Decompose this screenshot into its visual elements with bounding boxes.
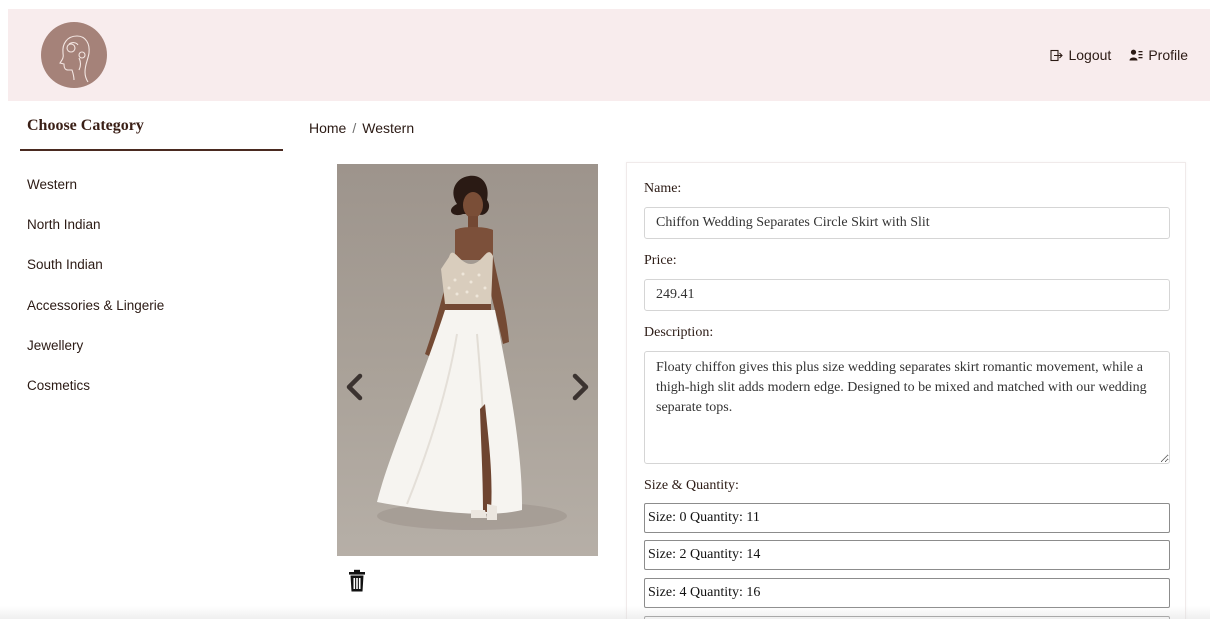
sidebar-item-jewellery[interactable]: Jewellery	[20, 326, 283, 366]
chevron-left-icon[interactable]	[343, 373, 365, 401]
profile-button[interactable]: Profile	[1129, 47, 1188, 63]
name-input[interactable]	[644, 207, 1170, 239]
description-textarea[interactable]: Floaty chiffon gives this plus size wedd…	[644, 351, 1170, 464]
woman-profile-logo-icon[interactable]	[41, 22, 107, 88]
size-quantity-item[interactable]: Size: 4 Quantity: 16	[644, 578, 1170, 608]
sidebar-item-north-indian[interactable]: North Indian	[20, 205, 283, 245]
trash-icon[interactable]	[346, 569, 368, 593]
breadcrumb-current: Western	[362, 120, 415, 136]
category-list: Western North Indian South Indian Access…	[20, 151, 283, 406]
sidebar-item-western[interactable]: Western	[20, 165, 283, 205]
breadcrumb: Home / Western	[309, 120, 414, 136]
size-quantity-label: Size & Quantity:	[644, 478, 739, 493]
profile-icon	[1129, 49, 1143, 61]
size-quantity-item[interactable]: Size: 0 Quantity: 11	[644, 503, 1170, 533]
breadcrumb-separator: /	[352, 120, 357, 136]
sidebar-item-south-indian[interactable]: South Indian	[20, 245, 283, 285]
logout-button[interactable]: Logout	[1050, 47, 1111, 63]
name-label: Name:	[644, 181, 682, 196]
price-input[interactable]	[644, 279, 1170, 311]
top-header: Logout Profile	[8, 9, 1210, 101]
profile-label: Profile	[1148, 47, 1188, 63]
size-quantity-item[interactable]: Size: 2 Quantity: 14	[644, 540, 1170, 570]
logout-label: Logout	[1068, 47, 1112, 63]
sidebar-item-cosmetics[interactable]: Cosmetics	[20, 366, 283, 406]
sidebar-title: Choose Category	[20, 101, 283, 151]
breadcrumb-home[interactable]: Home	[309, 120, 346, 136]
category-sidebar: Choose Category Western North Indian Sou…	[20, 101, 283, 406]
product-details-form: Name: Price: Description: Floaty chiffon…	[626, 162, 1186, 619]
description-label: Description:	[644, 325, 714, 340]
sidebar-item-accessories-lingerie[interactable]: Accessories & Lingerie	[20, 286, 283, 326]
product-photo-wedding-dress	[337, 164, 598, 556]
logout-icon	[1050, 49, 1064, 62]
chevron-right-icon[interactable]	[570, 373, 592, 401]
price-label: Price:	[644, 253, 677, 268]
